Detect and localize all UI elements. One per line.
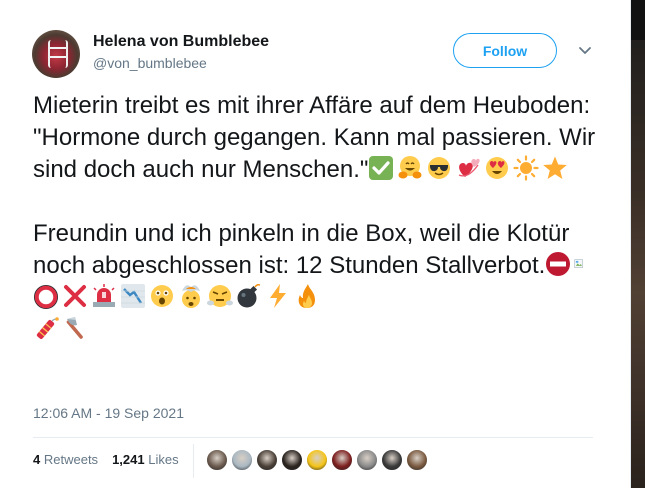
revolving-hearts-icon xyxy=(459,158,481,177)
sneaker-laces xyxy=(48,40,68,68)
retweets-stat[interactable]: 4 Retweets xyxy=(33,452,98,467)
cross-mark-icon xyxy=(64,285,86,307)
astonished-face-icon xyxy=(151,285,173,307)
liker-avatar-7[interactable] xyxy=(356,449,378,471)
chart-decreasing-icon xyxy=(121,284,145,308)
user-handle[interactable]: @von_bumblebee xyxy=(93,55,207,71)
red-circle-icon xyxy=(34,285,58,309)
stats-divider xyxy=(33,437,593,438)
tweet-card: Helena von Bumblebee @von_bumblebee Foll… xyxy=(0,0,631,488)
liker-avatar-6[interactable] xyxy=(331,449,353,471)
tweet-paragraph-2: Freundin und ich pinkeln in die Box, wei… xyxy=(33,218,603,314)
follow-button[interactable]: Follow xyxy=(453,33,557,68)
retweets-count: 4 xyxy=(33,452,41,467)
star-icon xyxy=(543,156,568,179)
liker-avatar-5[interactable] xyxy=(306,449,328,471)
hugging-face-icon xyxy=(398,156,422,179)
broken-image-icon xyxy=(574,259,584,268)
tweet-paragraph-2-continued xyxy=(33,314,603,346)
tweet-paragraph-2-text: Freundin und ich pinkeln in die Box, wei… xyxy=(33,220,570,279)
liker-avatar-4[interactable] xyxy=(281,449,303,471)
sun-icon xyxy=(513,155,539,181)
lightning-icon xyxy=(270,284,286,308)
liker-avatar-8[interactable] xyxy=(381,449,403,471)
liker-avatar-1[interactable] xyxy=(206,449,228,471)
check-mark-icon xyxy=(369,156,394,180)
tweet-paragraph-1: Mieterin treibt es mit ihrer Affäre auf … xyxy=(33,90,603,186)
exploding-head-icon xyxy=(182,285,200,308)
liker-avatar-2[interactable] xyxy=(231,449,253,471)
background-photo-edge xyxy=(631,0,645,488)
police-light-icon xyxy=(93,284,115,307)
fire-icon xyxy=(298,284,315,308)
tweet-timestamp[interactable]: 12:06 AM - 19 Sep 2021 xyxy=(33,405,184,421)
likes-count: 1,241 xyxy=(112,452,145,467)
axe-icon xyxy=(66,317,83,339)
liker-avatar-9[interactable] xyxy=(406,449,428,471)
retweets-label: Retweets xyxy=(43,452,99,467)
user-display-name[interactable]: Helena von Bumblebee xyxy=(93,33,269,51)
chevron-down-icon[interactable] xyxy=(577,42,593,58)
no-entry-icon xyxy=(546,252,571,276)
stats-separator xyxy=(193,444,194,478)
heart-eyes-face-icon xyxy=(486,157,509,179)
tweet-text: Mieterin treibt es mit ihrer Affäre auf … xyxy=(33,90,603,346)
page: Helena von Bumblebee @von_bumblebee Foll… xyxy=(0,0,645,488)
bomb-icon xyxy=(237,284,261,308)
avatar[interactable] xyxy=(32,30,80,78)
background-photo-edge-top xyxy=(631,0,645,40)
sunglasses-face-icon xyxy=(428,157,451,179)
likes-label: Likes xyxy=(148,452,179,467)
likes-stat[interactable]: 1,241 Likes xyxy=(112,452,179,467)
liker-avatar-3[interactable] xyxy=(256,449,278,471)
tweet-paragraph-1-text: Mieterin treibt es mit ihrer Affäre auf … xyxy=(33,92,596,183)
steam-nose-face-icon xyxy=(207,285,233,307)
tweet-stats: 4 Retweets 1,241 Likes xyxy=(33,452,179,467)
firecracker-icon xyxy=(36,317,59,339)
